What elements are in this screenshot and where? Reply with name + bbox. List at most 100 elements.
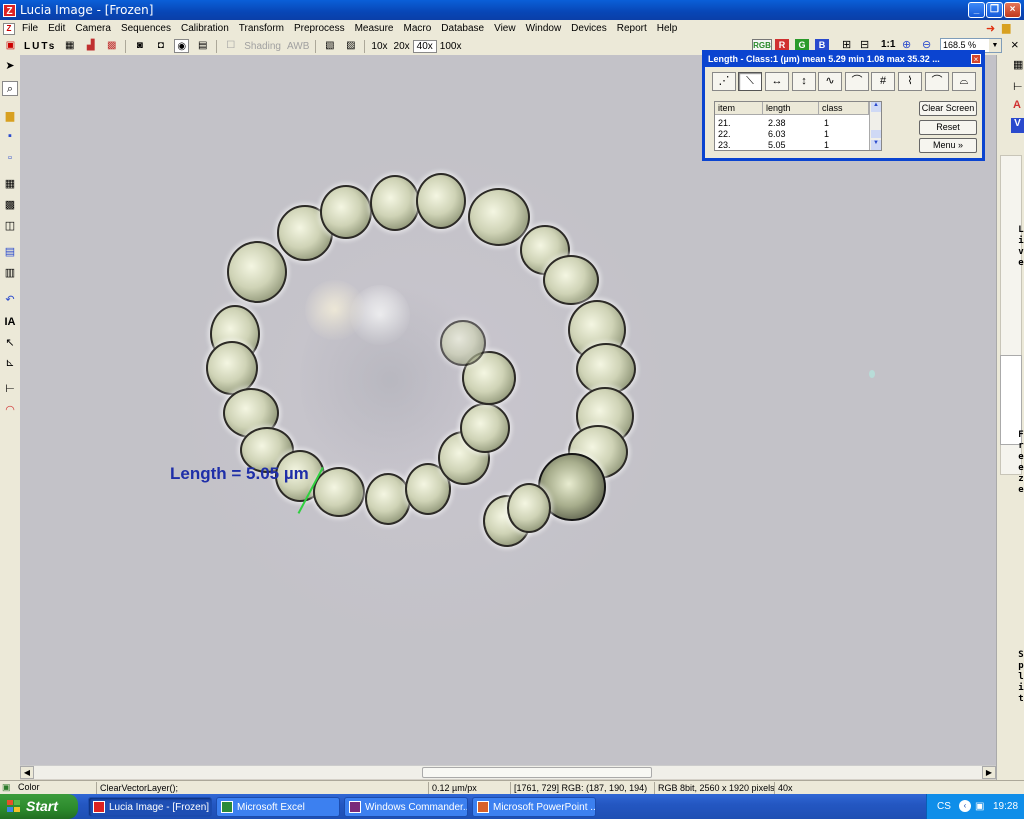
horizontal-scrollbar[interactable]: ◀ ▶ [20, 765, 996, 779]
length-measurement-window[interactable]: Length - Class:1 (µm) mean 5.29 min 1.08… [702, 50, 985, 161]
polyline-tool-icon[interactable]: ∿ [818, 72, 842, 91]
shading-checkbox[interactable]: ☐ [223, 39, 238, 53]
document-icon[interactable]: Z [3, 22, 15, 35]
menu-edit[interactable]: Edit [43, 23, 70, 34]
close-icon[interactable]: × [971, 54, 981, 64]
menu-preprocess[interactable]: Preprocess [289, 23, 350, 34]
camera-live-icon[interactable]: ◉ [174, 39, 190, 53]
menu-report[interactable]: Report [612, 23, 652, 34]
split-view-icon[interactable]: ◫ [2, 219, 18, 234]
split-button[interactable]: Split [1016, 650, 1024, 705]
magnification-40x[interactable]: 40x [412, 39, 437, 53]
magnification-100x[interactable]: 100x [437, 41, 465, 52]
shape-tool-icon[interactable]: ◠ [2, 403, 18, 418]
profile-one-icon[interactable]: ⌓ [952, 72, 976, 91]
scroll-thumb[interactable] [871, 130, 881, 138]
grid-measure-icon[interactable]: # [871, 72, 895, 91]
save-icon[interactable]: ▪ [2, 129, 18, 144]
lut-table-icon[interactable]: ▦ [62, 39, 77, 53]
scroll-thumb[interactable] [422, 767, 652, 778]
print-icon[interactable]: ▤ [2, 245, 18, 260]
menu-transform[interactable]: Transform [234, 23, 289, 34]
zoom-ratio-button[interactable]: 1:1 [881, 39, 895, 50]
image-icon[interactable]: ▩ [2, 198, 18, 213]
task-lucia-image[interactable]: Lucia Image - [Frozen] [88, 797, 212, 817]
arrow-right-icon[interactable]: ➜ [986, 22, 995, 35]
document-icon[interactable]: ▣ [3, 39, 18, 53]
live-button[interactable]: Live [1016, 225, 1024, 269]
line-length-tool-icon[interactable]: ⟍ [738, 72, 762, 91]
scroll-left-icon[interactable]: ◀ [20, 766, 34, 779]
camera-settings-icon[interactable]: ◘ [153, 39, 168, 53]
length-tool-icon[interactable]: ⊢ [2, 382, 18, 397]
language-indicator[interactable]: CS [937, 794, 951, 819]
profile-tool-icon[interactable]: ⌇ [898, 72, 922, 91]
text-annotation-icon[interactable]: A [1013, 99, 1021, 111]
magnification-10x[interactable]: 10x [368, 41, 390, 52]
text-tool-icon[interactable]: IA [2, 315, 18, 330]
task-powerpoint[interactable]: Microsoft PowerPoint ... [472, 797, 596, 817]
menu-macro[interactable]: Macro [398, 23, 436, 34]
open-folder-icon[interactable]: ▆ [2, 109, 18, 124]
magnifier-icon[interactable]: ⌕ [2, 81, 18, 96]
curve-tool-icon[interactable]: ⌒ [845, 72, 869, 91]
menu-measure[interactable]: Measure [350, 23, 399, 34]
column-header-class[interactable]: class [819, 102, 869, 115]
save-as-icon[interactable]: ▫ [2, 151, 18, 166]
undo-icon[interactable]: ↶ [2, 293, 18, 308]
magnification-20x[interactable]: 20x [391, 41, 413, 52]
vertical-length-icon[interactable]: ↕ [792, 72, 816, 91]
restore-button[interactable]: ❐ [986, 2, 1003, 18]
vector-layer-icon[interactable]: V [1011, 118, 1024, 133]
task-windows-commander[interactable]: Windows Commander... [344, 797, 468, 817]
close-document-icon[interactable]: × [1011, 37, 1019, 52]
chevron-down-icon[interactable]: ▼ [989, 39, 1001, 52]
snapshot-icon[interactable]: ▤ [195, 39, 210, 53]
luts-label[interactable]: LUTs [21, 41, 59, 52]
grid-icon[interactable]: ▦ [1013, 58, 1023, 71]
scroll-right-icon[interactable]: ▶ [982, 766, 996, 779]
profile-zero-icon[interactable]: ⌒ [925, 72, 949, 91]
awb-button[interactable]: AWB [284, 41, 312, 52]
reset-button[interactable]: Reset [919, 120, 977, 135]
task-excel[interactable]: Microsoft Excel [216, 797, 340, 817]
menu-file[interactable]: File [17, 23, 43, 34]
ruler-icon[interactable]: ⊢ [1013, 80, 1023, 93]
freeze-button[interactable]: Freeze [1016, 430, 1024, 496]
save-image-icon[interactable]: ▨ [343, 39, 358, 53]
menu-help[interactable]: Help [652, 23, 683, 34]
menu-window[interactable]: Window [521, 23, 567, 34]
lucia-app-icon[interactable]: Z [3, 3, 16, 17]
horizontal-length-icon[interactable]: ↔ [765, 72, 789, 91]
minimize-button[interactable]: _ [968, 2, 985, 18]
close-button[interactable]: × [1004, 2, 1021, 18]
tray-expand-icon[interactable]: ‹ [959, 800, 971, 812]
point-tool-icon[interactable]: ⋰ [712, 72, 736, 91]
image-canvas[interactable]: Length = 5.05 µm [20, 55, 996, 765]
open-image-icon[interactable]: ▧ [322, 39, 337, 53]
table-scrollbar[interactable]: ▲ ▼ [869, 102, 881, 150]
column-header-item[interactable]: item [715, 102, 763, 115]
ruler-tool-icon[interactable]: ⊾ [2, 356, 18, 371]
scroll-up-icon[interactable]: ▲ [871, 102, 881, 112]
start-button[interactable]: Start [0, 794, 78, 819]
menu-view[interactable]: View [489, 23, 521, 34]
menu-database[interactable]: Database [436, 23, 489, 34]
printer-settings-icon[interactable]: ▥ [2, 266, 18, 281]
column-header-length[interactable]: length [763, 102, 819, 115]
scroll-down-icon[interactable]: ▼ [871, 140, 881, 150]
menu-sequences[interactable]: Sequences [116, 23, 176, 34]
menu-calibration[interactable]: Calibration [176, 23, 234, 34]
pattern-icon[interactable]: ▩ [104, 39, 119, 53]
menu-camera[interactable]: Camera [70, 23, 116, 34]
folder-icon[interactable]: ▆ [1002, 21, 1010, 34]
pointer-icon[interactable]: ➤ [2, 59, 18, 74]
histogram-icon[interactable]: ▟ [83, 39, 98, 53]
camera-icon[interactable]: ▦ [2, 177, 18, 192]
camera-icon[interactable]: ◙ [132, 39, 147, 53]
line-tool-icon[interactable]: ↖ [2, 336, 18, 351]
clear-screen-button[interactable]: Clear Screen [919, 101, 977, 116]
menu-button[interactable]: Menu » [919, 138, 977, 153]
network-icon[interactable]: ▣ [975, 794, 984, 819]
menu-devices[interactable]: Devices [566, 23, 612, 34]
